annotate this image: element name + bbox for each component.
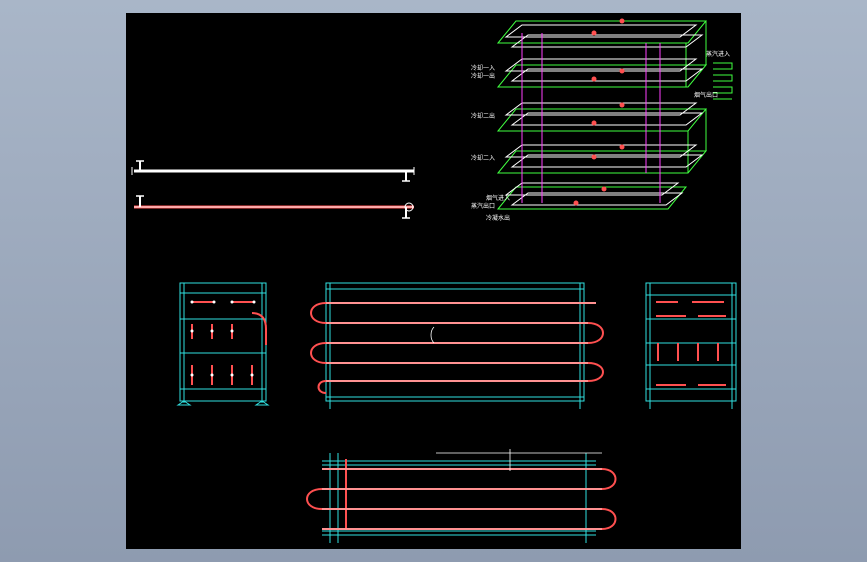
isometric-piping-view [496, 18, 733, 210]
drawing-svg [131, 18, 737, 543]
label-flue-in: 烟气进入 [486, 195, 511, 202]
pipe-side-view-upper [131, 160, 415, 182]
left-end-view [176, 282, 270, 406]
label-flue-out: 烟气出口 [694, 92, 719, 99]
label-steam-in: 蒸汽进入 [706, 51, 731, 58]
pipe-side-view-lower [134, 195, 414, 219]
label-cooling-2-in: 冷却二入 [471, 155, 496, 162]
label-water-out: 冷凝水出 [486, 215, 511, 222]
drawing-canvas[interactable]: 蒸汽进入 冷却一入 冷却一出 冷却二出 冷却二入 蒸汽出口 冷凝水出 烟气进入 … [126, 13, 741, 549]
label-gas-out: 蒸汽出口 [471, 203, 496, 210]
right-end-view [645, 282, 737, 409]
bottom-plan-view [306, 449, 617, 543]
cad-viewport[interactable]: 蒸汽进入 冷却一入 冷却一出 冷却二出 冷却二入 蒸汽出口 冷凝水出 烟气进入 … [0, 0, 867, 562]
main-front-view [310, 282, 604, 409]
label-cooling-2-out: 冷却二出 [471, 113, 496, 120]
label-cooling-1-out: 冷却一出 [471, 73, 496, 80]
